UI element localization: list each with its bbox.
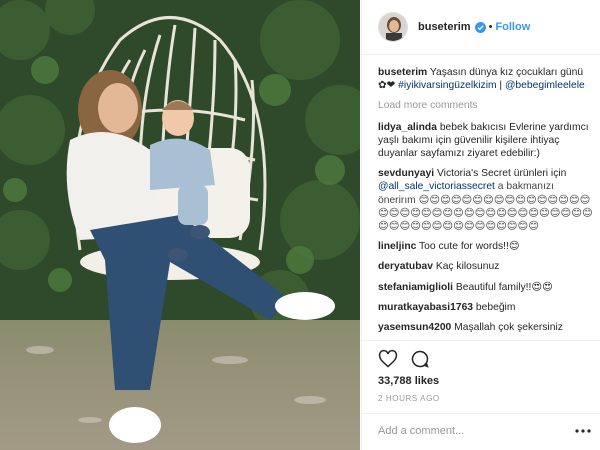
action-bar xyxy=(362,340,600,376)
post-header: buseterim • Follow xyxy=(362,0,600,55)
caption: buseterim Yaşasın dünya kız çocukları gü… xyxy=(378,66,594,92)
comment-text: Too cute for words!!😊 xyxy=(419,241,520,253)
more-options-icon[interactable] xyxy=(575,425,591,437)
comment-text: Maşallah çok şekersiniz xyxy=(454,322,563,334)
post-timestamp: 2 HOURS AGO xyxy=(378,394,440,403)
comment-username[interactable]: stefaniamiglioli xyxy=(378,282,453,293)
caption-username[interactable]: buseterim xyxy=(378,67,427,78)
post-photo[interactable] xyxy=(0,0,360,450)
list-item: sevdunyayi Victoria's Secret ürünleri iç… xyxy=(378,167,594,233)
list-item: stefaniamiglioli Beautiful family!!😍😍 xyxy=(378,281,594,294)
list-item: lineljinc Too cute for words!!😊 xyxy=(378,240,594,253)
follow-button[interactable]: Follow xyxy=(495,21,530,33)
comment-username[interactable]: sevdunyayi xyxy=(378,168,434,179)
avatar[interactable] xyxy=(378,12,408,42)
heart-icon[interactable] xyxy=(378,349,398,369)
comment-text: Victoria's Secret ürünleri için xyxy=(436,168,567,180)
load-more-comments[interactable]: Load more comments xyxy=(378,99,594,112)
verified-icon xyxy=(474,21,486,33)
post-sidebar: buseterim • Follow buseterim Yaşasın dün… xyxy=(361,0,600,450)
username[interactable]: buseterim xyxy=(418,21,471,33)
caption-pipe: | xyxy=(496,80,503,92)
comment-username[interactable]: muratkayabasi1763 xyxy=(378,302,473,313)
comment-username[interactable]: deryatubav xyxy=(378,261,433,272)
likes-count[interactable]: 33,788 likes xyxy=(378,375,439,387)
comment-input[interactable] xyxy=(378,414,578,448)
list-item: yasemsun4200 Maşallah çok şekersiniz xyxy=(378,321,594,334)
comment-text: Beautiful family!!😍😍 xyxy=(455,281,553,293)
list-item: muratkayabasi1763 bebeğim xyxy=(378,301,594,314)
caption-hashtag[interactable]: #iyikivarsingüzelkizim xyxy=(398,80,496,91)
comment-username[interactable]: lineljinc xyxy=(378,241,416,252)
comment-username[interactable]: lidya_alinda xyxy=(378,122,437,133)
comment-mention[interactable]: @all_sale_victoriassecret xyxy=(378,181,495,192)
add-comment-bar xyxy=(362,413,600,450)
comment-text: Kaç kilosunuz xyxy=(435,261,500,273)
caption-mention[interactable]: @bebegimleelele xyxy=(505,80,585,91)
comment-text: bebeğim xyxy=(475,301,516,313)
list-item: lidya_alinda bebek bakıcısı Evlerine yar… xyxy=(378,121,594,161)
list-item: deryatubav Kaç kilosunuz xyxy=(378,260,594,273)
comment-icon[interactable] xyxy=(410,349,430,369)
separator-dot: • xyxy=(488,21,493,33)
comment-username[interactable]: yasemsun4200 xyxy=(378,322,451,333)
comments-list[interactable]: buseterim Yaşasın dünya kız çocukları gü… xyxy=(378,66,594,340)
